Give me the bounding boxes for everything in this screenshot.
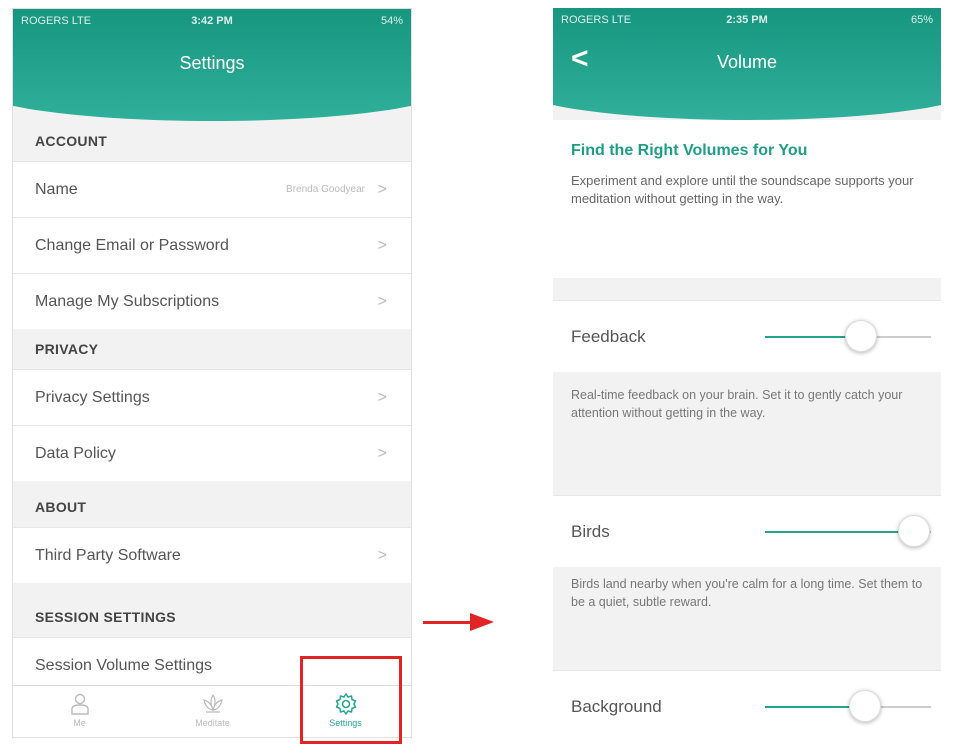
arrow-head-icon [470, 613, 494, 631]
row-label: Name [35, 181, 78, 198]
settings-row-subscriptions[interactable]: Manage My Subscriptions > [13, 273, 411, 329]
slider-knob[interactable] [898, 515, 931, 547]
status-time: 3:42 PM [191, 15, 233, 27]
settings-screen: ROGERS LTE 3:42 PM 54% Settings ACCOUNT … [12, 8, 412, 738]
chevron-right-icon: > [377, 293, 387, 310]
chevron-right-icon: > [377, 389, 387, 406]
settings-row-name[interactable]: Name Brenda Goodyear > [13, 161, 411, 217]
volume-row-birds: Birds [553, 495, 941, 567]
volume-label: Background [571, 697, 662, 716]
section-header-privacy: PRIVACY [35, 341, 99, 357]
volume-label: Birds [571, 522, 610, 541]
slider-knob[interactable] [848, 690, 881, 722]
page-title: Settings [179, 53, 245, 73]
status-bar: ROGERS LTE 3:42 PM 54% [21, 13, 403, 33]
intro-title: Find the Right Volumes for You [571, 142, 808, 159]
chevron-right-icon: > [377, 237, 387, 254]
feedback-slider[interactable] [765, 320, 931, 352]
volume-row-feedback: Feedback [553, 300, 941, 372]
feedback-description: Real-time feedback on your brain. Set it… [571, 388, 903, 420]
volume-label: Feedback [571, 327, 646, 346]
arrow-right-icon [423, 621, 473, 624]
intro-text: Experiment and explore until the soundsc… [571, 173, 914, 206]
settings-row-data-policy[interactable]: Data Policy > [13, 425, 411, 481]
volume-screen: ROGERS LTE 2:35 PM 65% < Volume Find the… [553, 8, 941, 736]
status-time: 2:35 PM [726, 14, 768, 26]
row-value: Brenda Goodyear [286, 184, 365, 195]
row-label: Data Policy [35, 445, 116, 462]
slider-fill [765, 531, 915, 533]
slider-knob[interactable] [845, 320, 878, 352]
settings-row-privacy-settings[interactable]: Privacy Settings > [13, 369, 411, 425]
tab-me[interactable]: Me [13, 686, 146, 737]
status-bar: ROGERS LTE 2:35 PM 65% [561, 12, 933, 32]
birds-slider[interactable] [765, 515, 931, 547]
section-header-account: ACCOUNT [35, 133, 108, 149]
settings-row-third-party[interactable]: Third Party Software > [13, 527, 411, 583]
tab-label: Me [73, 718, 86, 728]
lotus-icon [202, 693, 223, 713]
settings-row-change-email[interactable]: Change Email or Password > [13, 217, 411, 273]
page-title: Volume [716, 52, 778, 72]
person-icon [70, 693, 89, 715]
row-label: Third Party Software [35, 547, 181, 564]
chevron-right-icon: > [377, 181, 387, 198]
row-label: Manage My Subscriptions [35, 293, 220, 310]
tab-meditate[interactable]: Meditate [146, 686, 279, 737]
intro-card: Find the Right Volumes for You Experimen… [553, 120, 941, 278]
volume-row-background: Background [553, 670, 941, 736]
row-label: Change Email or Password [35, 237, 229, 254]
battery-level: 54% [380, 15, 403, 27]
battery-level: 65% [910, 14, 933, 26]
section-header-about: ABOUT [35, 499, 87, 515]
background-slider[interactable] [765, 690, 931, 722]
chevron-right-icon: > [377, 547, 387, 564]
tab-label: Meditate [195, 718, 230, 728]
row-label: Privacy Settings [35, 389, 150, 406]
row-label: Session Volume Settings [35, 657, 212, 674]
birds-description: Birds land nearby when you're calm for a… [571, 577, 923, 609]
section-header-session-settings: SESSION SETTINGS [35, 609, 176, 625]
chevron-right-icon: > [377, 445, 387, 462]
settings-tab-highlight-box [300, 656, 402, 744]
